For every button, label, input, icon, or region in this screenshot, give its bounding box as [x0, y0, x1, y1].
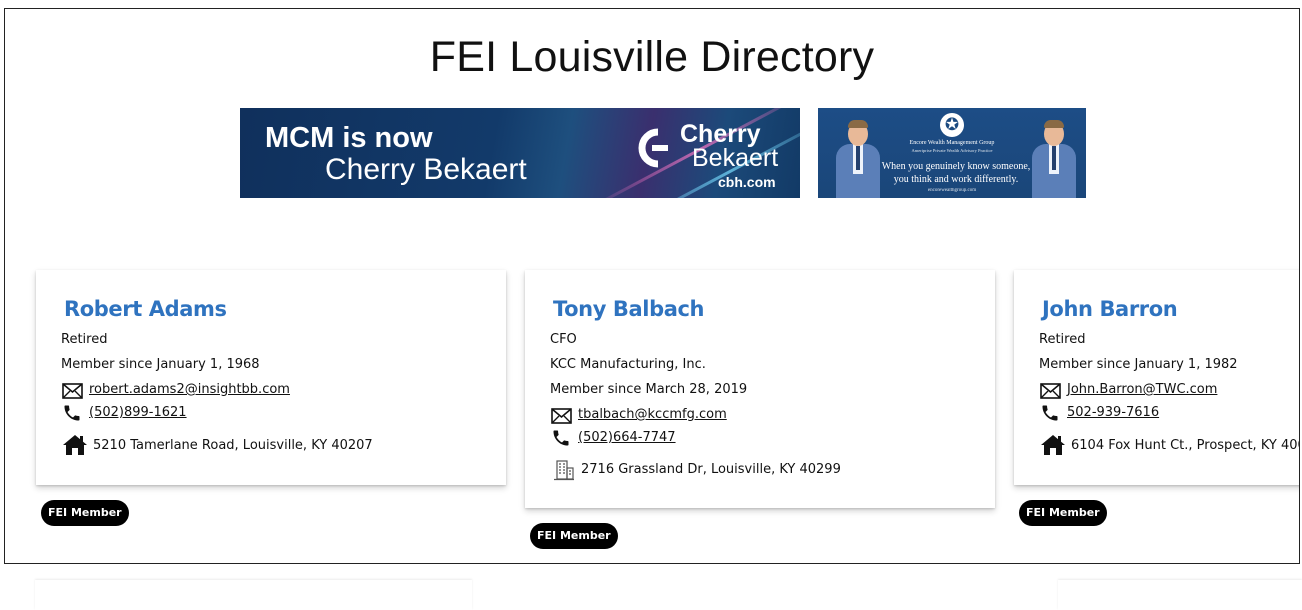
home-icon [63, 435, 87, 455]
encore-wealth-banner[interactable]: ✪ Encore Wealth Management Group Ameripr… [818, 108, 1086, 198]
member-since: Member since March 28, 2019 [550, 382, 748, 397]
advisor-photo-left [836, 120, 880, 198]
fei-member-badge: FEI Member [41, 500, 129, 526]
member-since: Member since January 1, 1982 [1039, 357, 1238, 372]
member-phone-link[interactable]: (502)664-7747 [578, 430, 676, 445]
envelope-icon [551, 408, 572, 424]
page-title: FEI Louisville Directory [429, 33, 875, 81]
member-card: John Barron Retired Member since January… [1014, 270, 1300, 485]
member-since: Member since January 1, 1968 [61, 357, 260, 372]
member-address: 6104 Fox Hunt Ct., Prospect, KY 40059 [1071, 438, 1300, 453]
banner-headline: MCM is now [265, 122, 433, 154]
member-name-link[interactable]: Tony Balbach [553, 297, 704, 321]
banner-group-sub: Ameriprise Private Wealth Advisory Pract… [911, 148, 993, 153]
member-title: Retired [1039, 332, 1086, 347]
advisor-photo-right [1032, 120, 1076, 198]
banner-tagline-line2: you think and work differently. [893, 174, 1019, 185]
member-phone-link[interactable]: (502)899-1621 [89, 405, 187, 420]
phone-icon [64, 405, 80, 421]
member-address: 5210 Tamerlane Road, Louisville, KY 4020… [93, 438, 373, 453]
member-name-link[interactable]: Robert Adams [64, 297, 227, 321]
cherry-bekaert-banner[interactable]: MCM is now Cherry Bekaert Cherry Bekaert… [240, 108, 800, 198]
member-company: KCC Manufacturing, Inc. [550, 357, 706, 372]
directory-frame: FEI Louisville Directory MCM is now Cher… [4, 8, 1300, 564]
envelope-icon [62, 383, 83, 399]
encore-star-logo-icon: ✪ [940, 113, 964, 137]
fei-member-badge: FEI Member [530, 523, 618, 549]
member-email-link[interactable]: John.Barron@TWC.com [1067, 382, 1217, 397]
member-card-next-row [35, 580, 472, 610]
member-email-link[interactable]: robert.adams2@insightbb.com [89, 382, 290, 397]
member-name-link[interactable]: John Barron [1042, 297, 1178, 321]
banner-url: cbh.com [718, 174, 776, 190]
home-icon [1041, 435, 1065, 455]
member-title: CFO [550, 332, 577, 347]
member-card-next-row [1058, 580, 1302, 610]
banner-group-name: Encore Wealth Management Group [909, 140, 995, 146]
envelope-icon [1040, 383, 1061, 399]
phone-icon [553, 430, 569, 446]
fei-member-badge: FEI Member [1019, 500, 1107, 526]
banner-url: encorewealthgroup.com [927, 188, 977, 193]
member-address: 2716 Grassland Dr, Louisville, KY 40299 [581, 462, 841, 477]
member-card: Robert Adams Retired Member since Januar… [36, 270, 506, 485]
banner-tagline-line1: When you genuinely know someone, [881, 161, 1031, 172]
member-card: Tony Balbach CFO KCC Manufacturing, Inc.… [525, 270, 995, 508]
banner-brand-line2: Bekaert [692, 144, 779, 172]
building-icon [554, 460, 574, 481]
member-email-link[interactable]: tbalbach@kccmfg.com [578, 407, 727, 422]
cherry-bekaert-logo-icon [638, 128, 668, 168]
member-title: Retired [61, 332, 108, 347]
phone-icon [1042, 405, 1058, 421]
banner-subheadline: Cherry Bekaert [325, 153, 527, 186]
member-phone-link[interactable]: 502-939-7616 [1067, 405, 1159, 420]
